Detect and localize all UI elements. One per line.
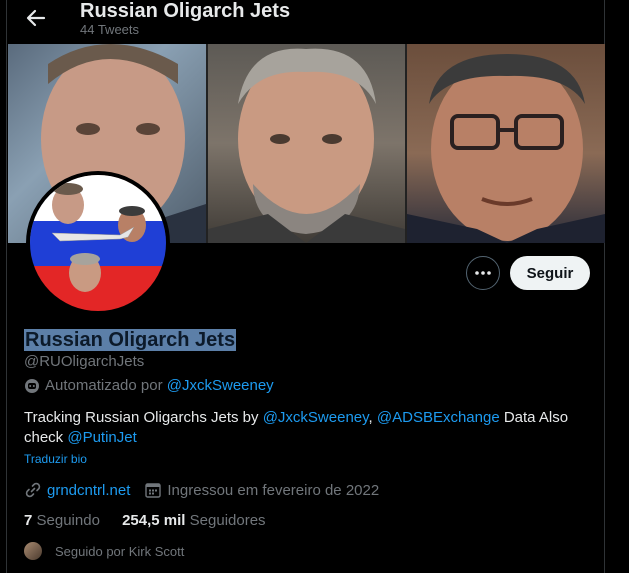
- followers-link[interactable]: 254,5 mil Seguidores: [122, 512, 265, 529]
- profile-handle: @RUOligarchJets: [24, 353, 145, 370]
- followers-count: 254,5 mil: [122, 512, 186, 529]
- profile-bio: Tracking Russian Oligarchs Jets by @Jxck…: [24, 408, 584, 448]
- automated-by-link[interactable]: @JxckSweeney: [167, 377, 274, 394]
- profile-meta: grndcntrl.net Ingressou em fevereiro de …: [24, 481, 379, 499]
- calendar-icon: [145, 483, 162, 498]
- following-label: Seguindo: [36, 512, 100, 529]
- followed-by[interactable]: Seguido por Kirk Scott: [24, 542, 184, 560]
- profile-display-name: Russian Oligarch Jets: [24, 329, 237, 352]
- top-bar: Russian Oligarch Jets 44 Tweets: [7, 0, 604, 44]
- bot-icon: [25, 378, 39, 393]
- tweet-count: 44 Tweets: [80, 22, 140, 37]
- translate-bio-link[interactable]: Traduzir bio: [24, 452, 87, 466]
- banner-photo-right: [407, 44, 605, 243]
- follower-avatar: [24, 542, 42, 560]
- banner-photo-center: [208, 44, 405, 243]
- followers-label: Seguidores: [189, 512, 266, 529]
- website-link[interactable]: grndcntrl.net: [47, 482, 130, 499]
- more-icon: [475, 271, 491, 275]
- automated-prefix: Automatizado por: [45, 377, 163, 394]
- followed-by-text: Seguido por Kirk Scott: [55, 543, 185, 559]
- profile-avatar[interactable]: [26, 171, 170, 315]
- back-arrow-icon[interactable]: [24, 7, 48, 29]
- bio-separator: ,: [368, 409, 377, 426]
- following-link[interactable]: 7 Seguindo: [24, 512, 100, 529]
- bio-mention-putinjet[interactable]: @PutinJet: [67, 429, 136, 446]
- top-bar-title: Russian Oligarch Jets: [80, 0, 291, 22]
- more-options-button[interactable]: [466, 256, 500, 290]
- follow-button[interactable]: Seguir: [510, 256, 590, 290]
- bio-mention-jxcksweeney[interactable]: @JxckSweeney: [263, 409, 369, 426]
- joined-date: Ingressou em fevereiro de 2022: [167, 481, 380, 499]
- automated-label: Automatizado por @JxckSweeney: [24, 377, 274, 394]
- link-icon: [25, 482, 41, 498]
- profile-stats: 7 Seguindo 254,5 mil Seguidores: [24, 512, 266, 529]
- following-count: 7: [24, 512, 33, 529]
- profile-column: Russian Oligarch Jets 44 Tweets Seguir R…: [6, 0, 605, 573]
- display-name-text: Russian Oligarch Jets: [24, 329, 237, 351]
- bio-mention-adsbexchange[interactable]: @ADSBExchange: [377, 409, 500, 426]
- bio-text-1: Tracking Russian Oligarchs Jets by: [24, 409, 263, 426]
